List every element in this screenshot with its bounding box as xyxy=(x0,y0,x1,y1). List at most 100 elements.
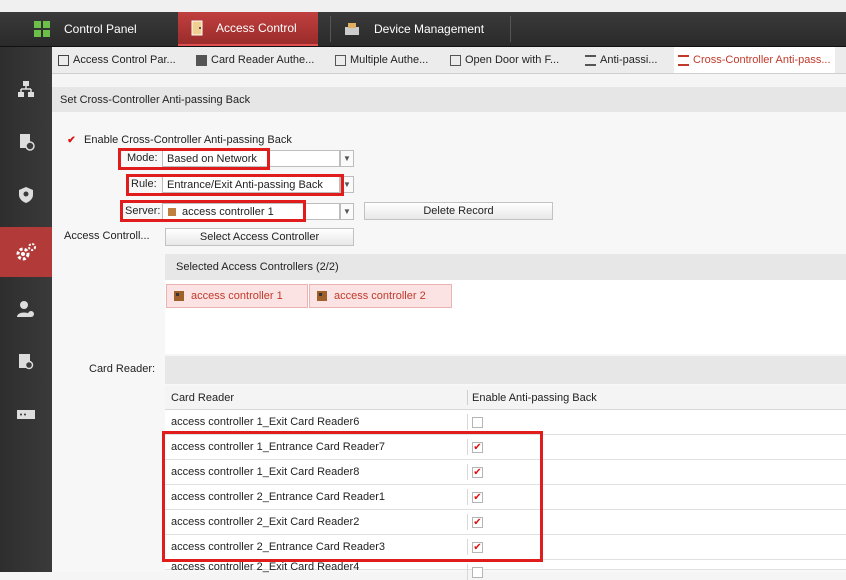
subtab-access-control-parameters[interactable]: Access Control Par... xyxy=(58,47,176,73)
table-row[interactable]: access controller 2_Exit Card Reader4 xyxy=(165,560,846,580)
column-divider xyxy=(467,390,468,405)
enable-anti-passing-checkbox[interactable]: ✔ xyxy=(472,542,483,553)
user-icon xyxy=(17,301,34,317)
subtab-label: Open Door with F... xyxy=(465,54,560,66)
mode-select[interactable]: Based on Network ▼ xyxy=(162,150,354,167)
section-header: Set Cross-Controller Anti-passing Back xyxy=(52,87,846,112)
enable-anti-passing-checkbox[interactable]: ✔ xyxy=(472,467,483,478)
sidebar-item-schedule[interactable] xyxy=(0,120,52,164)
document-clock-icon xyxy=(20,134,35,151)
subtab-label: Anti-passi... xyxy=(600,54,658,66)
table-row[interactable]: access controller 2_Entrance Card Reader… xyxy=(165,485,846,510)
card-reader-name: access controller 2_Entrance Card Reader… xyxy=(171,491,386,503)
chevron-down-icon[interactable]: ▼ xyxy=(340,176,354,193)
enable-anti-passing-checkbox[interactable] xyxy=(472,567,483,578)
panel-icon xyxy=(58,54,69,66)
sidebar-item-security[interactable] xyxy=(0,173,52,217)
column-divider xyxy=(467,514,468,530)
subtab-open-door[interactable]: Open Door with F... xyxy=(450,47,559,73)
terminal-icon xyxy=(17,410,35,419)
search-document-icon xyxy=(19,354,34,370)
column-divider xyxy=(467,539,468,555)
enable-anti-passing-checkbox[interactable]: ✔ xyxy=(472,442,483,453)
rule-value: Entrance/Exit Anti-passing Back xyxy=(167,178,323,191)
table-row[interactable]: access controller 1_Exit Card Reader6 xyxy=(165,410,846,435)
card-reader-icon xyxy=(196,54,207,66)
users-icon xyxy=(335,54,346,66)
sidebar-item-network[interactable] xyxy=(0,67,52,111)
column-header-enable[interactable]: Enable Anti-passing Back xyxy=(472,392,597,404)
top-navigation: Control Panel Access Control Device Mana… xyxy=(0,12,846,47)
enable-anti-passing-checkbox[interactable] xyxy=(472,417,483,428)
section-title: Set Cross-Controller Anti-passing Back xyxy=(60,93,251,106)
mode-value: Based on Network xyxy=(167,152,257,165)
anti-passback-icon xyxy=(585,54,596,66)
server-select[interactable]: access controller 1 ▼ xyxy=(162,203,354,220)
enable-checkbox[interactable]: ✔ xyxy=(66,135,77,146)
card-reader-label: Card Reader: xyxy=(89,363,156,375)
table-row[interactable]: access controller 1_Entrance Card Reader… xyxy=(165,435,846,460)
table-row[interactable]: access controller 2_Exit Card Reader2 ✔ xyxy=(165,510,846,535)
subtab-label: Cross-Controller Anti-pass... xyxy=(693,54,831,66)
selected-controller-2[interactable]: access controller 2 xyxy=(309,284,452,308)
enable-anti-passing-checkbox[interactable]: ✔ xyxy=(472,517,483,528)
grid-header: Card Reader Enable Anti-passing Back xyxy=(165,386,846,410)
network-icon xyxy=(18,81,34,97)
controller-icon xyxy=(317,291,327,301)
select-access-controller-button[interactable]: Select Access Controller xyxy=(165,228,354,246)
sub-tab-bar: Access Control Par... Card Reader Authe.… xyxy=(52,47,846,74)
delete-record-button[interactable]: Delete Record xyxy=(364,202,553,220)
cross-controller-icon xyxy=(678,54,689,66)
column-divider xyxy=(467,564,468,580)
card-reader-toolbar xyxy=(165,356,846,384)
rule-label: Rule: xyxy=(131,178,157,190)
subtab-card-reader-authentication[interactable]: Card Reader Authe... xyxy=(196,47,314,73)
grid-icon xyxy=(34,21,50,37)
card-reader-name: access controller 1_Exit Card Reader6 xyxy=(171,416,360,428)
controller-name: access controller 1 xyxy=(191,290,283,302)
column-divider xyxy=(467,439,468,455)
tab-label: Access Control xyxy=(216,21,297,35)
selected-controllers-header: Selected Access Controllers (2/2) xyxy=(165,254,846,280)
gears-icon xyxy=(16,243,36,261)
sidebar-item-search[interactable] xyxy=(0,340,52,384)
server-label: Server: xyxy=(125,205,161,217)
table-row[interactable]: access controller 1_Exit Card Reader8 ✔ xyxy=(165,460,846,485)
sidebar-item-user[interactable] xyxy=(0,287,52,331)
subtab-label: Card Reader Authe... xyxy=(211,54,315,66)
chevron-down-icon[interactable]: ▼ xyxy=(340,203,354,220)
selected-controller-1[interactable]: access controller 1 xyxy=(166,284,308,308)
enable-label: Enable Cross-Controller Anti-passing Bac… xyxy=(84,134,292,146)
tab-access-control[interactable]: Access Control xyxy=(178,12,318,46)
card-reader-name: access controller 2_Exit Card Reader2 xyxy=(171,516,360,528)
tab-label: Control Panel xyxy=(64,22,137,36)
column-divider xyxy=(467,489,468,505)
card-reader-name: access controller 2_Entrance Card Reader… xyxy=(171,541,386,553)
door-icon xyxy=(191,20,203,36)
column-divider xyxy=(467,414,468,430)
subtab-cross-controller-anti-passing[interactable]: Cross-Controller Anti-pass... xyxy=(674,47,835,73)
subtab-label: Access Control Par... xyxy=(73,54,176,66)
subtab-multiple-authentication[interactable]: Multiple Authe... xyxy=(335,47,428,73)
selected-controllers-title: Selected Access Controllers (2/2) xyxy=(176,261,339,273)
controller-icon xyxy=(168,207,176,216)
column-header-card-reader[interactable]: Card Reader xyxy=(171,392,234,404)
card-reader-name: access controller 1_Entrance Card Reader… xyxy=(171,441,386,453)
sidebar-item-advanced[interactable] xyxy=(0,227,52,277)
subtab-anti-passing-back[interactable]: Anti-passi... xyxy=(585,47,657,73)
rule-select[interactable]: Entrance/Exit Anti-passing Back ▼ xyxy=(162,176,354,193)
subtab-label: Multiple Authe... xyxy=(350,54,429,66)
table-row[interactable]: access controller 2_Entrance Card Reader… xyxy=(165,535,846,560)
sidebar-item-device[interactable] xyxy=(0,393,52,437)
shield-icon xyxy=(19,187,33,203)
enable-anti-passing-checkbox[interactable]: ✔ xyxy=(472,492,483,503)
chevron-down-icon[interactable]: ▼ xyxy=(340,150,354,167)
tab-control-panel[interactable]: Control Panel xyxy=(34,12,144,46)
tab-label: Device Management xyxy=(374,22,485,36)
server-value: access controller 1 xyxy=(182,205,274,218)
tab-device-management[interactable]: Device Management xyxy=(344,12,514,46)
column-divider xyxy=(467,464,468,480)
device-icon xyxy=(345,23,359,35)
controller-name: access controller 2 xyxy=(334,290,426,302)
mode-label: Mode: xyxy=(127,152,158,164)
